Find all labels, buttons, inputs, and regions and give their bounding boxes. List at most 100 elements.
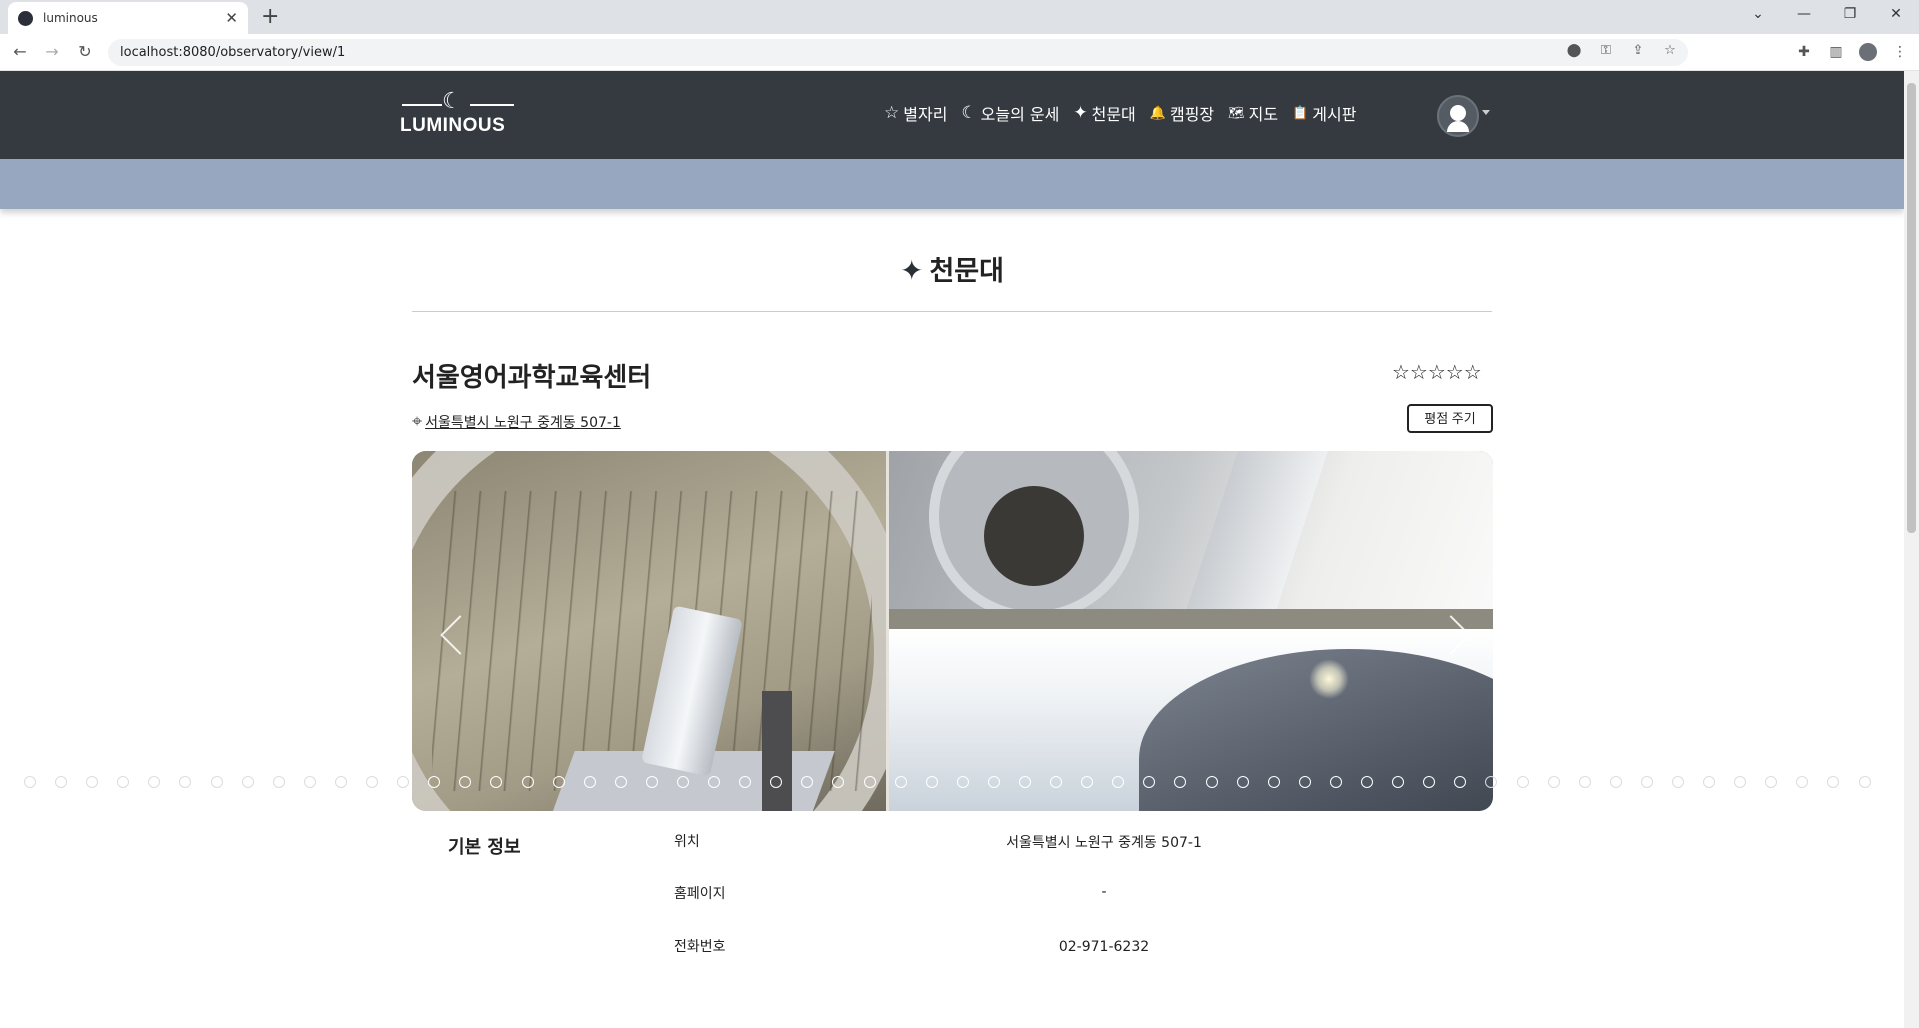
extensions-icon[interactable]: ✚	[1795, 40, 1813, 64]
nav-board[interactable]: 📋 게시판	[1292, 101, 1356, 125]
carousel-dot[interactable]	[801, 776, 814, 788]
rate-button[interactable]: 평점 주기	[1407, 404, 1493, 433]
carousel-dot[interactable]	[1081, 776, 1094, 788]
carousel-dot[interactable]	[614, 776, 627, 788]
carousel-dot[interactable]	[459, 776, 472, 788]
tab-close-icon[interactable]: ✕	[225, 9, 238, 27]
carousel-dot[interactable]	[1671, 776, 1684, 788]
minimize-button[interactable]: —	[1781, 0, 1827, 30]
image-carousel[interactable]	[412, 451, 1493, 811]
new-tab-button[interactable]: +	[261, 4, 279, 30]
carousel-dot[interactable]	[1267, 776, 1280, 788]
tab-search-icon[interactable]: ⌄	[1735, 0, 1781, 30]
carousel-dot[interactable]	[148, 776, 161, 788]
back-icon[interactable]: ←	[8, 40, 32, 64]
address-link[interactable]: ⌖ 서울특별시 노원구 중계동 507-1	[412, 411, 621, 432]
carousel-dot[interactable]	[1640, 776, 1653, 788]
carousel-dot[interactable]	[1361, 776, 1374, 788]
carousel-dot[interactable]	[583, 776, 596, 788]
carousel-dot[interactable]	[1858, 776, 1871, 788]
address-bar[interactable]: i localhost:8080/observatory/view/1 ⬤ ⚿ …	[108, 39, 1688, 813]
carousel-dot[interactable]	[1143, 776, 1156, 788]
menu-icon[interactable]: ⋮	[1891, 40, 1909, 64]
carousel-dot[interactable]	[1329, 776, 1342, 788]
carousel-dot[interactable]	[1019, 776, 1031, 788]
page-scrollbar[interactable]	[1904, 71, 1919, 1028]
carousel-prev-arrow-icon[interactable]	[440, 611, 464, 659]
carousel-dot[interactable]	[1485, 776, 1498, 788]
nav-fortune[interactable]: ☾ 오늘의 운세	[961, 101, 1059, 125]
carousel-dot[interactable]	[490, 776, 503, 788]
carousel-dot[interactable]	[366, 776, 379, 788]
nav-observatory[interactable]: ✦ 천문대	[1073, 101, 1135, 125]
carousel-dot[interactable]	[397, 776, 410, 788]
carousel-dot[interactable]	[925, 776, 938, 788]
carousel-dot[interactable]	[1734, 776, 1747, 788]
carousel-next-arrow-icon[interactable]	[1443, 611, 1467, 659]
key-icon[interactable]: ⚿	[1596, 43, 1616, 58]
carousel-dot[interactable]	[770, 776, 783, 788]
close-window-button[interactable]: ✕	[1873, 0, 1919, 30]
carousel-dot[interactable]	[521, 776, 534, 788]
carousel-dot[interactable]	[1454, 776, 1467, 788]
carousel-dot[interactable]	[676, 776, 689, 788]
carousel-dot[interactable]	[210, 776, 223, 788]
carousel-dot[interactable]	[1050, 776, 1063, 788]
share-icon[interactable]: ⇪	[1628, 43, 1648, 58]
scrollbar-thumb[interactable]	[1907, 83, 1916, 533]
carousel-dot[interactable]	[1423, 776, 1436, 788]
carousel-dot[interactable]	[241, 776, 254, 788]
user-avatar[interactable]	[1437, 95, 1479, 137]
profile-icon[interactable]	[1859, 43, 1877, 61]
carousel-dot[interactable]	[334, 776, 347, 788]
carousel-dot[interactable]	[987, 776, 1000, 788]
info-label: 전화번호	[674, 939, 726, 955]
page-title: ✦ 천문대	[0, 249, 1904, 288]
carousel-dot[interactable]	[1205, 776, 1218, 788]
browser-tab[interactable]: luminous ✕	[8, 2, 248, 34]
carousel-dot[interactable]	[739, 776, 752, 788]
carousel-dot[interactable]	[1516, 776, 1529, 788]
carousel-dot[interactable]	[272, 776, 285, 788]
carousel-dot[interactable]	[1765, 776, 1778, 788]
carousel-dot[interactable]	[86, 776, 99, 788]
nav-label: 천문대	[1091, 105, 1136, 124]
carousel-dot[interactable]	[117, 776, 130, 788]
nav-map[interactable]: 🗺 지도	[1228, 101, 1278, 125]
carousel-dot[interactable]	[1609, 776, 1622, 788]
carousel-dot[interactable]	[1703, 776, 1716, 788]
carousel-dot[interactable]	[55, 776, 68, 788]
carousel-dot[interactable]	[24, 776, 36, 788]
carousel-photo-mount	[889, 451, 1493, 629]
site-logo[interactable]: ☾ LUMINOUS	[400, 91, 516, 141]
carousel-dot[interactable]	[1298, 776, 1311, 788]
forward-icon[interactable]: →	[40, 40, 64, 64]
reload-icon[interactable]: ↻	[73, 40, 97, 64]
info-label: 홈페이지	[674, 886, 726, 902]
carousel-dot[interactable]	[1174, 776, 1187, 788]
location-icon[interactable]: ⬤	[1564, 43, 1584, 58]
carousel-dot[interactable]	[1578, 776, 1591, 788]
restore-button[interactable]: ❐	[1827, 0, 1873, 30]
carousel-dot[interactable]	[1796, 776, 1809, 788]
nav-camping[interactable]: 🔔 캠핑장	[1150, 101, 1214, 125]
carousel-dot[interactable]	[708, 776, 721, 788]
side-panel-icon[interactable]: ▥	[1827, 40, 1845, 64]
carousel-dot[interactable]	[1547, 776, 1560, 788]
carousel-dot[interactable]	[894, 776, 907, 788]
carousel-dot[interactable]	[428, 776, 441, 788]
bookmark-star-icon[interactable]: ☆	[1660, 43, 1680, 58]
carousel-dot[interactable]	[179, 776, 192, 788]
carousel-dot[interactable]	[956, 776, 969, 788]
carousel-dot[interactable]	[552, 776, 565, 788]
carousel-dot[interactable]	[303, 776, 316, 788]
carousel-dot[interactable]	[1827, 776, 1840, 788]
carousel-dot[interactable]	[832, 776, 845, 788]
carousel-dot[interactable]	[645, 776, 658, 788]
carousel-dot[interactable]	[863, 776, 876, 788]
nav-constellation[interactable]: ☆ 별자리	[884, 101, 947, 125]
carousel-dot[interactable]	[1236, 776, 1249, 788]
carousel-dot[interactable]	[1112, 776, 1125, 788]
carousel-dot[interactable]	[1392, 776, 1405, 788]
dropdown-caret-icon[interactable]	[1482, 110, 1490, 115]
